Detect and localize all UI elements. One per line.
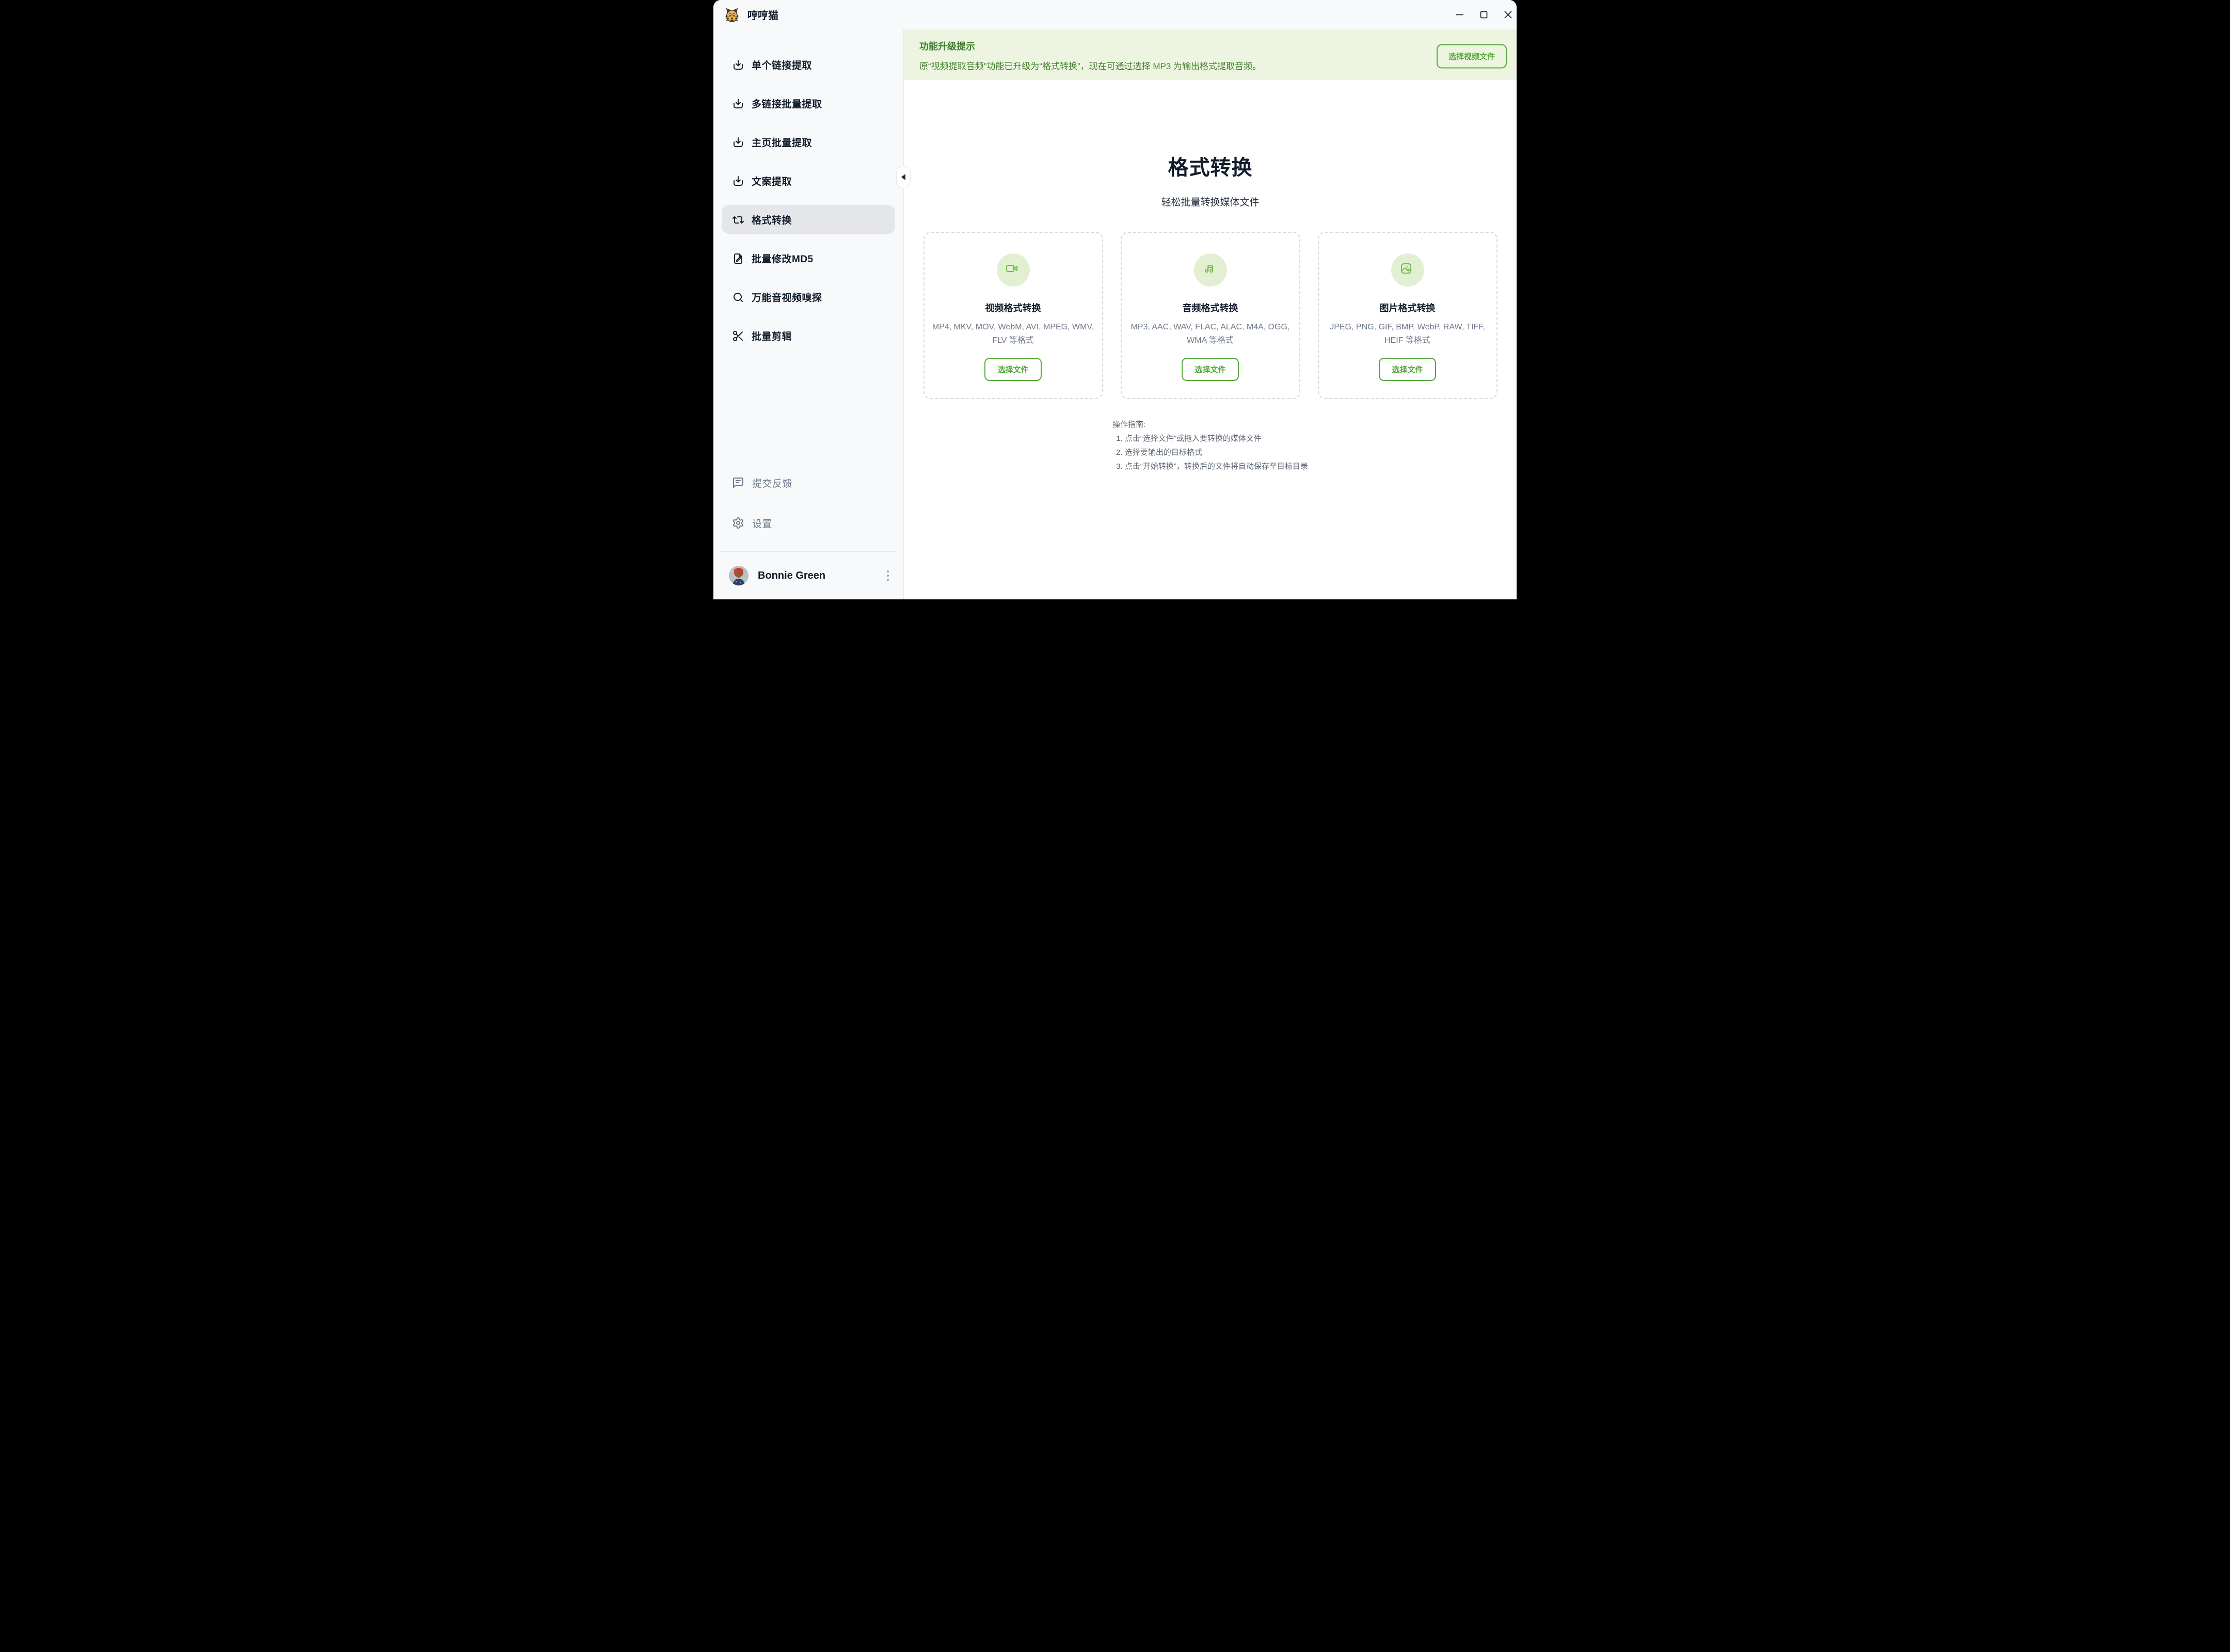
content: 格式转换 轻松批量转换媒体文件 视频格式转换 MP4, MKV, MOV, We… [904, 80, 1517, 599]
download-icon [732, 98, 744, 109]
sidebar-item-batch-clip[interactable]: 批量剪辑 [722, 321, 895, 350]
sidebar-item-format-convert[interactable]: 格式转换 [722, 205, 895, 234]
icon-circle [997, 253, 1030, 287]
sidebar-item-multi-link-batch-extract[interactable]: 多链接批量提取 [722, 89, 895, 118]
titlebar: 哼哼猫 [713, 0, 1517, 29]
card-formats: MP4, MKV, MOV, WebM, AVI, MPEG, WMV, FLV… [925, 321, 1102, 347]
card-title: 视频格式转换 [925, 301, 1102, 314]
avatar [729, 566, 748, 585]
sidebar-collapse-handle[interactable] [896, 166, 911, 188]
upgrade-banner: 功能升级提示 原“视频提取音频”功能已升级为“格式转换”，现在可通过选择 MP3… [904, 29, 1517, 80]
sidebar-item-media-sniffer[interactable]: 万能音视频嗅探 [722, 282, 895, 311]
kebab-menu-icon[interactable] [884, 567, 892, 584]
sidebar-item-feedback[interactable]: 提交反馈 [722, 468, 895, 497]
chevron-left-icon [901, 174, 905, 180]
app-logo-cat-icon [724, 7, 740, 23]
sidebar-item-copy-extract[interactable]: 文案提取 [722, 166, 895, 195]
image-convert-card[interactable]: 图片格式转换 JPEG, PNG, GIF, BMP, WebP, RAW, T… [1318, 232, 1498, 399]
main-area: 功能升级提示 原“视频提取音频”功能已升级为“格式转换”，现在可通过选择 MP3… [904, 29, 1517, 599]
download-icon [732, 175, 744, 187]
sidebar-nav: 单个链接提取 多链接批量提取 主页批量提取 文案提取 格式转换 [713, 29, 903, 360]
sidebar-item-homepage-batch-extract[interactable]: 主页批量提取 [722, 128, 895, 156]
repeat-icon [732, 214, 744, 226]
download-icon [732, 59, 744, 71]
video-camera-icon [1006, 262, 1021, 278]
card-formats: MP3, AAC, WAV, FLAC, ALAC, M4A, OGG, WMA… [1122, 321, 1299, 347]
guide-step: 1. 点击“选择文件”或拖入要转换的媒体文件 [1112, 432, 1308, 446]
sidebar-item-settings[interactable]: 设置 [722, 509, 895, 537]
icon-circle [1194, 253, 1227, 287]
search-icon [732, 291, 744, 303]
guide-step: 2. 选择要输出的目标格式 [1112, 446, 1308, 459]
operation-guide: 操作指南: 1. 点击“选择文件”或拖入要转换的媒体文件 2. 选择要输出的目标… [1112, 418, 1308, 473]
select-video-file-button[interactable]: 选择视频文件 [1437, 44, 1507, 69]
close-icon[interactable] [1500, 7, 1516, 23]
image-icon [1400, 262, 1415, 278]
card-title: 图片格式转换 [1319, 301, 1496, 314]
video-convert-card[interactable]: 视频格式转换 MP4, MKV, MOV, WebM, AVI, MPEG, W… [923, 232, 1103, 399]
app-title: 哼哼猫 [747, 7, 778, 22]
scissors-icon [732, 330, 744, 342]
file-pen-icon [732, 252, 744, 264]
select-file-button[interactable]: 选择文件 [984, 358, 1041, 381]
card-formats: JPEG, PNG, GIF, BMP, WebP, RAW, TIFF, HE… [1319, 321, 1496, 347]
page-title: 格式转换 [904, 155, 1517, 180]
gear-icon [732, 517, 744, 529]
select-file-button[interactable]: 选择文件 [1182, 358, 1238, 381]
music-note-icon [1203, 262, 1218, 278]
message-square-icon [732, 476, 744, 489]
converter-cards: 视频格式转换 MP4, MKV, MOV, WebM, AVI, MPEG, W… [904, 232, 1517, 399]
sidebar-spacer [713, 360, 903, 468]
window-controls [1452, 7, 1516, 23]
app-window: 哼哼猫 单个链接提取 多链接批量提取 [713, 0, 1517, 599]
select-file-button[interactable]: 选择文件 [1379, 358, 1436, 381]
banner-body: 原“视频提取音频”功能已升级为“格式转换”，现在可通过选择 MP3 为输出格式提… [919, 60, 1429, 73]
minimize-icon[interactable] [1452, 7, 1467, 23]
download-icon [732, 136, 744, 148]
guide-step: 3. 点击“开始转换”，转换后的文件将自动保存至目标目录 [1112, 459, 1308, 473]
card-title: 音频格式转换 [1122, 301, 1299, 314]
sidebar-item-single-link-extract[interactable]: 单个链接提取 [722, 50, 895, 79]
user-name: Bonnie Green [758, 570, 825, 582]
audio-convert-card[interactable]: 音频格式转换 MP3, AAC, WAV, FLAC, ALAC, M4A, O… [1121, 232, 1300, 399]
banner-title: 功能升级提示 [919, 41, 1429, 52]
guide-heading: 操作指南: [1112, 418, 1308, 432]
sidebar: 单个链接提取 多链接批量提取 主页批量提取 文案提取 格式转换 [713, 29, 904, 599]
sidebar-item-batch-md5[interactable]: 批量修改MD5 [722, 244, 895, 273]
maximize-icon[interactable] [1476, 7, 1491, 23]
page-subtitle: 轻松批量转换媒体文件 [904, 197, 1517, 209]
icon-circle [1391, 253, 1424, 287]
user-row: Bonnie Green [713, 552, 903, 599]
